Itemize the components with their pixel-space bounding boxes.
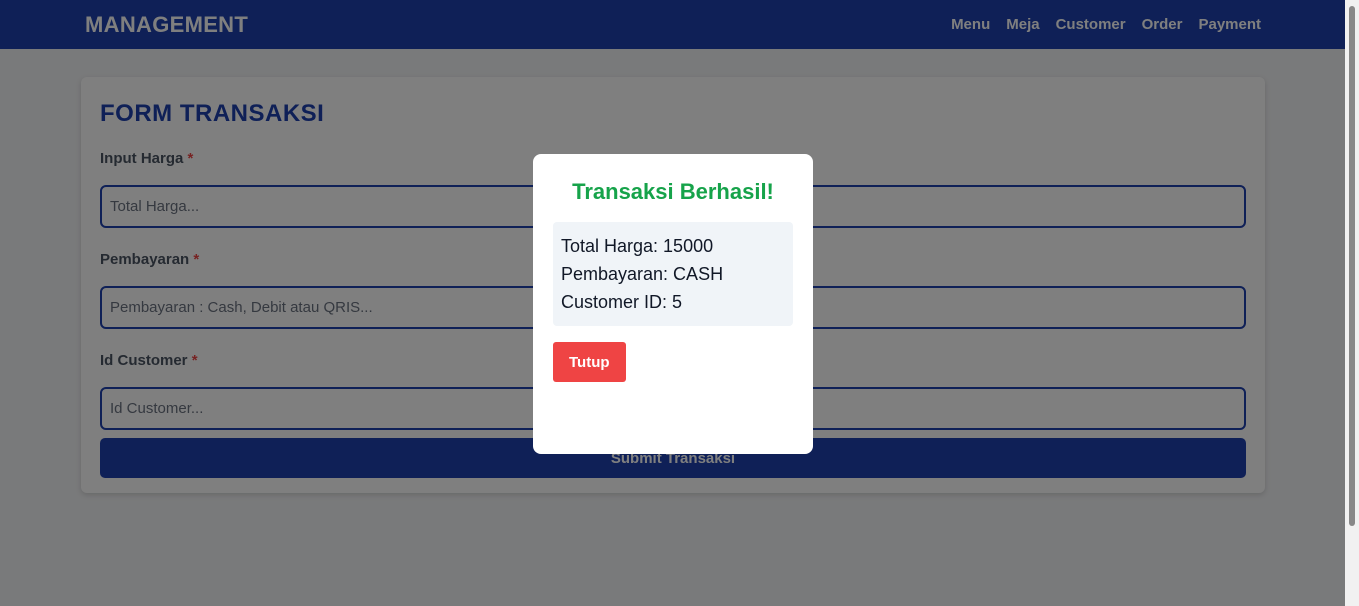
close-button[interactable]: Tutup xyxy=(553,342,626,382)
detail-customer-id: Customer ID: 5 xyxy=(561,292,683,312)
detail-total-harga: Total Harga: 15000 xyxy=(561,236,714,256)
modal-title: Transaksi Berhasil! xyxy=(572,179,774,204)
transaction-details: Total Harga: 15000 Pembayaran: CASH Cust… xyxy=(553,222,793,326)
detail-pembayaran: Pembayaran: CASH xyxy=(561,264,724,284)
page-scrollbar[interactable] xyxy=(1345,0,1359,606)
success-modal: Transaksi Berhasil! Total Harga: 15000 P… xyxy=(533,154,813,454)
scrollbar-thumb[interactable] xyxy=(1349,6,1355,526)
